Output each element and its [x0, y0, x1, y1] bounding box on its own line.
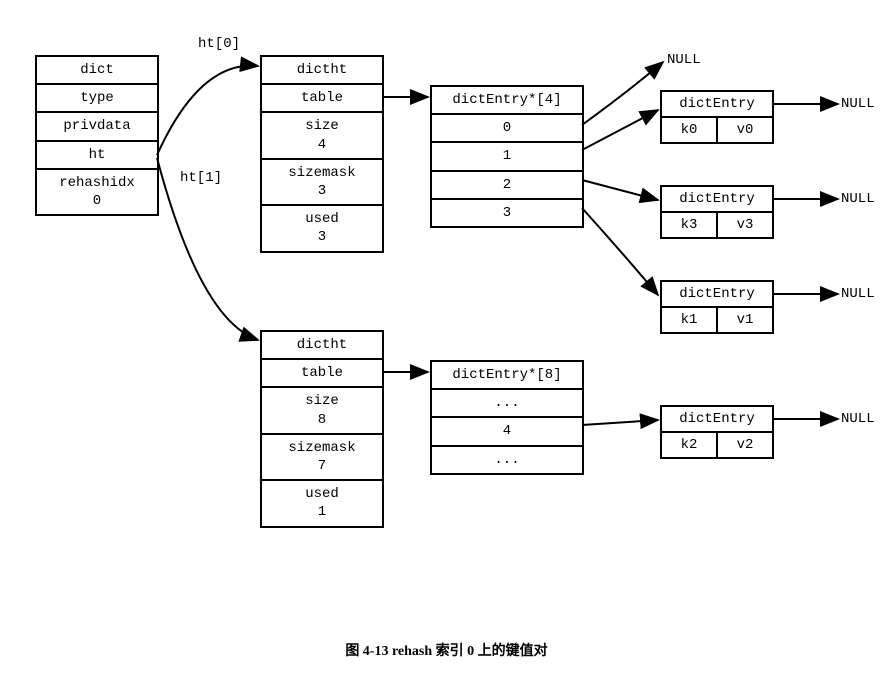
dictht1-sizemask-value: 7: [318, 458, 326, 474]
array1-slot4: 4: [432, 418, 582, 446]
null2-label: NULL: [841, 191, 875, 207]
dictht1-used: used 1: [262, 481, 382, 525]
null3-label: NULL: [841, 286, 875, 302]
dictht0-size: size 4: [262, 113, 382, 159]
dictht1-used-value: 1: [318, 504, 326, 520]
dictht1-table: table: [262, 360, 382, 388]
dict-privdata: privdata: [37, 113, 157, 141]
array0-slot0: 0: [432, 115, 582, 143]
array0-header: dictEntry*[4]: [432, 87, 582, 115]
dictht1-size: size 8: [262, 388, 382, 434]
ht0-label: ht[0]: [198, 36, 240, 52]
dictentry-k2v2-title: dictEntry: [662, 407, 772, 433]
dictentry-v0: v0: [718, 118, 772, 142]
array0: dictEntry*[4] 0 1 2 3: [430, 85, 584, 228]
dictentry-k3: k3: [662, 213, 718, 237]
dictht0-sizemask-label: sizemask: [288, 165, 355, 181]
dictht0-struct: dictht table size 4 sizemask 3 used 3: [260, 55, 384, 253]
dictentry-k2: k2: [662, 433, 718, 457]
dictht1-title: dictht: [262, 332, 382, 360]
ht1-label: ht[1]: [180, 170, 222, 186]
dictht1-size-value: 8: [318, 412, 326, 428]
dictentry-k3v3-title: dictEntry: [662, 187, 772, 213]
dictht0-title: dictht: [262, 57, 382, 85]
figure-caption: 图 4-13 rehash 索引 0 上的键值对: [0, 640, 893, 660]
dictht0-table: table: [262, 85, 382, 113]
dict-struct: dict type privdata ht rehashidx 0: [35, 55, 159, 216]
null4-label: NULL: [841, 411, 875, 427]
null1-label: NULL: [841, 96, 875, 112]
array0-slot2: 2: [432, 172, 582, 200]
dictht1-sizemask-label: sizemask: [288, 440, 355, 456]
dictentry-k2v2: dictEntry k2 v2: [660, 405, 774, 459]
dictht0-size-label: size: [305, 118, 339, 134]
array1-header: dictEntry*[8]: [432, 362, 582, 390]
dictentry-v3: v3: [718, 213, 772, 237]
rehashidx-label: rehashidx: [59, 175, 135, 191]
dictht1-size-label: size: [305, 393, 339, 409]
dictentry-v1: v1: [718, 308, 772, 332]
dictentry-k3v3: dictEntry k3 v3: [660, 185, 774, 239]
dictht0-used: used 3: [262, 206, 382, 250]
dict-title: dict: [37, 57, 157, 85]
array1-dots2: ...: [432, 447, 582, 473]
array0-slot3: 3: [432, 200, 582, 226]
null-top-label: NULL: [667, 52, 701, 68]
dictentry-k0: k0: [662, 118, 718, 142]
dictht1-sizemask: sizemask 7: [262, 435, 382, 481]
dictentry-k0v0-title: dictEntry: [662, 92, 772, 118]
dict-ht: ht: [37, 142, 157, 170]
array1-dots1: ...: [432, 390, 582, 418]
dictht0-used-label: used: [305, 211, 339, 227]
dictht0-sizemask: sizemask 3: [262, 160, 382, 206]
dictentry-k1: k1: [662, 308, 718, 332]
array0-slot1: 1: [432, 143, 582, 171]
dictht0-used-value: 3: [318, 229, 326, 245]
rehashidx-value: 0: [93, 193, 101, 209]
dictht1-struct: dictht table size 8 sizemask 7 used 1: [260, 330, 384, 528]
dict-rehashidx: rehashidx 0: [37, 170, 157, 214]
dictht0-size-value: 4: [318, 137, 326, 153]
dict-type: type: [37, 85, 157, 113]
dictentry-k1v1: dictEntry k1 v1: [660, 280, 774, 334]
dictentry-k0v0: dictEntry k0 v0: [660, 90, 774, 144]
dictht1-used-label: used: [305, 486, 339, 502]
dictht0-sizemask-value: 3: [318, 183, 326, 199]
dictentry-k1v1-title: dictEntry: [662, 282, 772, 308]
array1: dictEntry*[8] ... 4 ...: [430, 360, 584, 475]
dictentry-v2: v2: [718, 433, 772, 457]
